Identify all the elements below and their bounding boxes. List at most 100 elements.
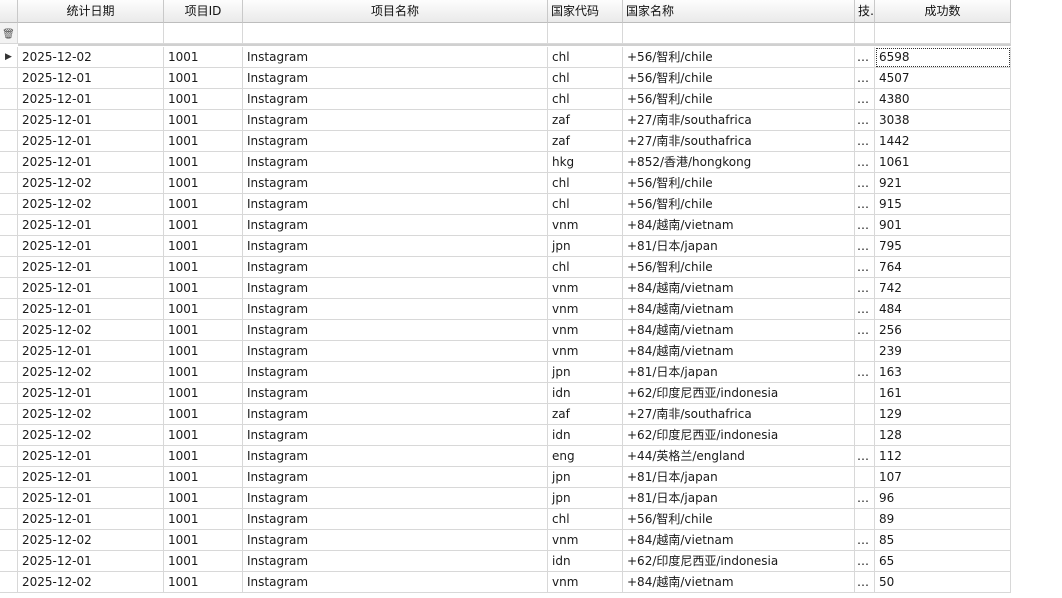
cell-country-name[interactable]: +84/越南/vietnam [623,299,855,320]
cell-country-code[interactable]: vnm [548,530,623,551]
cell-success-count[interactable]: 915 [875,194,1011,215]
cell-country-code[interactable]: zaf [548,110,623,131]
table-row[interactable]: 2025-12-01 1001 Instagram vnm +84/越南/vietnam… [0,278,1011,299]
cell-country-name[interactable]: +84/越南/vietnam [623,572,855,593]
cell-country-code[interactable]: chl [548,68,623,89]
cell-project-id[interactable]: 1001 [164,362,243,383]
row-indicator[interactable] [0,320,18,341]
cell-country-name[interactable]: +27/南非/southafrica [623,404,855,425]
filter-icon[interactable]: 🗑 [0,23,18,44]
cell-project-id[interactable]: 1001 [164,194,243,215]
cell-project-id[interactable]: 1001 [164,320,243,341]
cell-date[interactable]: 2025-12-01 [18,215,164,236]
cell-truncated[interactable]: … [855,173,875,194]
cell-date[interactable]: 2025-12-01 [18,257,164,278]
table-row[interactable]: 2025-12-01 1001 Instagram jpn +81/日本/japan… 7… [0,236,1011,257]
cell-project-name[interactable]: Instagram [243,278,548,299]
cell-truncated[interactable]: … [855,47,875,68]
cell-success-count[interactable]: 3038 [875,110,1011,131]
cell-project-id[interactable]: 1001 [164,152,243,173]
cell-country-name[interactable]: +27/南非/southafrica [623,131,855,152]
cell-country-code[interactable]: chl [548,194,623,215]
table-row[interactable]: 2025-12-01 1001 Instagram zaf +27/南非/southaf… [0,110,1011,131]
table-row[interactable]: 2025-12-02 1001 Instagram jpn +81/日本/japan… 1… [0,362,1011,383]
cell-date[interactable]: 2025-12-02 [18,173,164,194]
cell-project-name[interactable]: Instagram [243,446,548,467]
cell-country-name[interactable]: +84/越南/vietnam [623,341,855,362]
cell-project-name[interactable]: Instagram [243,425,548,446]
cell-country-name[interactable]: +84/越南/vietnam [623,278,855,299]
row-indicator[interactable] [0,257,18,278]
row-indicator[interactable] [0,173,18,194]
cell-project-name[interactable]: Instagram [243,236,548,257]
cell-country-name[interactable]: +62/印度尼西亚/indonesia [623,425,855,446]
cell-country-name[interactable]: +56/智利/chile [623,194,855,215]
table-row[interactable]: 2025-12-01 1001 Instagram jpn +81/日本/japan 10… [0,467,1011,488]
table-row[interactable]: 2025-12-02 1001 Instagram idn +62/印度尼西亚/indo… [0,425,1011,446]
cell-country-name[interactable]: +27/南非/southafrica [623,110,855,131]
table-row[interactable]: 2025-12-02 1001 Instagram chl +56/智利/chile… 9… [0,173,1011,194]
cell-success-count[interactable]: 256 [875,320,1011,341]
cell-country-name[interactable]: +84/越南/vietnam [623,320,855,341]
cell-date[interactable]: 2025-12-01 [18,488,164,509]
auto-filter-row[interactable]: 🗑 [0,23,1011,44]
cell-truncated[interactable]: … [855,278,875,299]
cell-country-code[interactable]: vnm [548,320,623,341]
row-indicator[interactable] [0,215,18,236]
cell-project-id[interactable]: 1001 [164,572,243,593]
row-indicator[interactable] [0,89,18,110]
cell-date[interactable]: 2025-12-02 [18,572,164,593]
table-row[interactable]: 2025-12-02 1001 Instagram zaf +27/南非/southaf… [0,404,1011,425]
cell-project-id[interactable]: 1001 [164,215,243,236]
cell-success-count[interactable]: 795 [875,236,1011,257]
cell-date[interactable]: 2025-12-01 [18,278,164,299]
cell-country-name[interactable]: +81/日本/japan [623,488,855,509]
cell-project-name[interactable]: Instagram [243,530,548,551]
table-row[interactable]: 2025-12-01 1001 Instagram jpn +81/日本/japan… 9… [0,488,1011,509]
table-row[interactable]: 2025-12-01 1001 Instagram zaf +27/南非/southaf… [0,131,1011,152]
data-grid[interactable]: 统计日期 项目ID 项目名称 国家代码 国家名称 技… 成功数 🗑 ▶2025-… [0,0,1062,598]
cell-truncated[interactable]: … [855,68,875,89]
cell-country-code[interactable]: jpn [548,236,623,257]
cell-date[interactable]: 2025-12-02 [18,47,164,68]
cell-date[interactable]: 2025-12-02 [18,425,164,446]
cell-country-name[interactable]: +56/智利/chile [623,89,855,110]
cell-date[interactable]: 2025-12-01 [18,509,164,530]
cell-success-count[interactable]: 742 [875,278,1011,299]
cell-country-code[interactable]: chl [548,509,623,530]
cell-project-id[interactable]: 1001 [164,131,243,152]
cell-country-code[interactable]: zaf [548,404,623,425]
cell-project-id[interactable]: 1001 [164,257,243,278]
cell-date[interactable]: 2025-12-02 [18,530,164,551]
cell-date[interactable]: 2025-12-01 [18,152,164,173]
row-indicator[interactable] [0,467,18,488]
cell-country-code[interactable]: vnm [548,278,623,299]
cell-country-name[interactable]: +44/英格兰/england [623,446,855,467]
cell-country-name[interactable]: +852/香港/hongkong [623,152,855,173]
cell-success-count[interactable]: 239 [875,341,1011,362]
cell-project-name[interactable]: Instagram [243,257,548,278]
column-header-country-code[interactable]: 国家代码 [548,0,623,23]
table-row[interactable]: 2025-12-02 1001 Instagram chl +56/智利/chile… 9… [0,194,1011,215]
cell-project-name[interactable]: Instagram [243,47,548,68]
cell-country-code[interactable]: chl [548,89,623,110]
row-indicator[interactable] [0,236,18,257]
cell-project-name[interactable]: Instagram [243,194,548,215]
filter-cell-date[interactable] [18,23,164,44]
cell-project-name[interactable]: Instagram [243,572,548,593]
cell-country-code[interactable]: jpn [548,467,623,488]
row-indicator[interactable] [0,68,18,89]
cell-success-count[interactable]: 128 [875,425,1011,446]
cell-project-name[interactable]: Instagram [243,404,548,425]
cell-country-code[interactable]: jpn [548,362,623,383]
table-row[interactable]: 2025-12-01 1001 Instagram hkg +852/香港/hongko… [0,152,1011,173]
row-indicator[interactable] [0,278,18,299]
table-row[interactable]: 2025-12-02 1001 Instagram vnm +84/越南/vietnam… [0,530,1011,551]
row-indicator[interactable] [0,383,18,404]
row-indicator[interactable] [0,152,18,173]
cell-date[interactable]: 2025-12-01 [18,89,164,110]
cell-country-name[interactable]: +56/智利/chile [623,173,855,194]
cell-project-name[interactable]: Instagram [243,110,548,131]
cell-project-id[interactable]: 1001 [164,236,243,257]
cell-date[interactable]: 2025-12-02 [18,194,164,215]
